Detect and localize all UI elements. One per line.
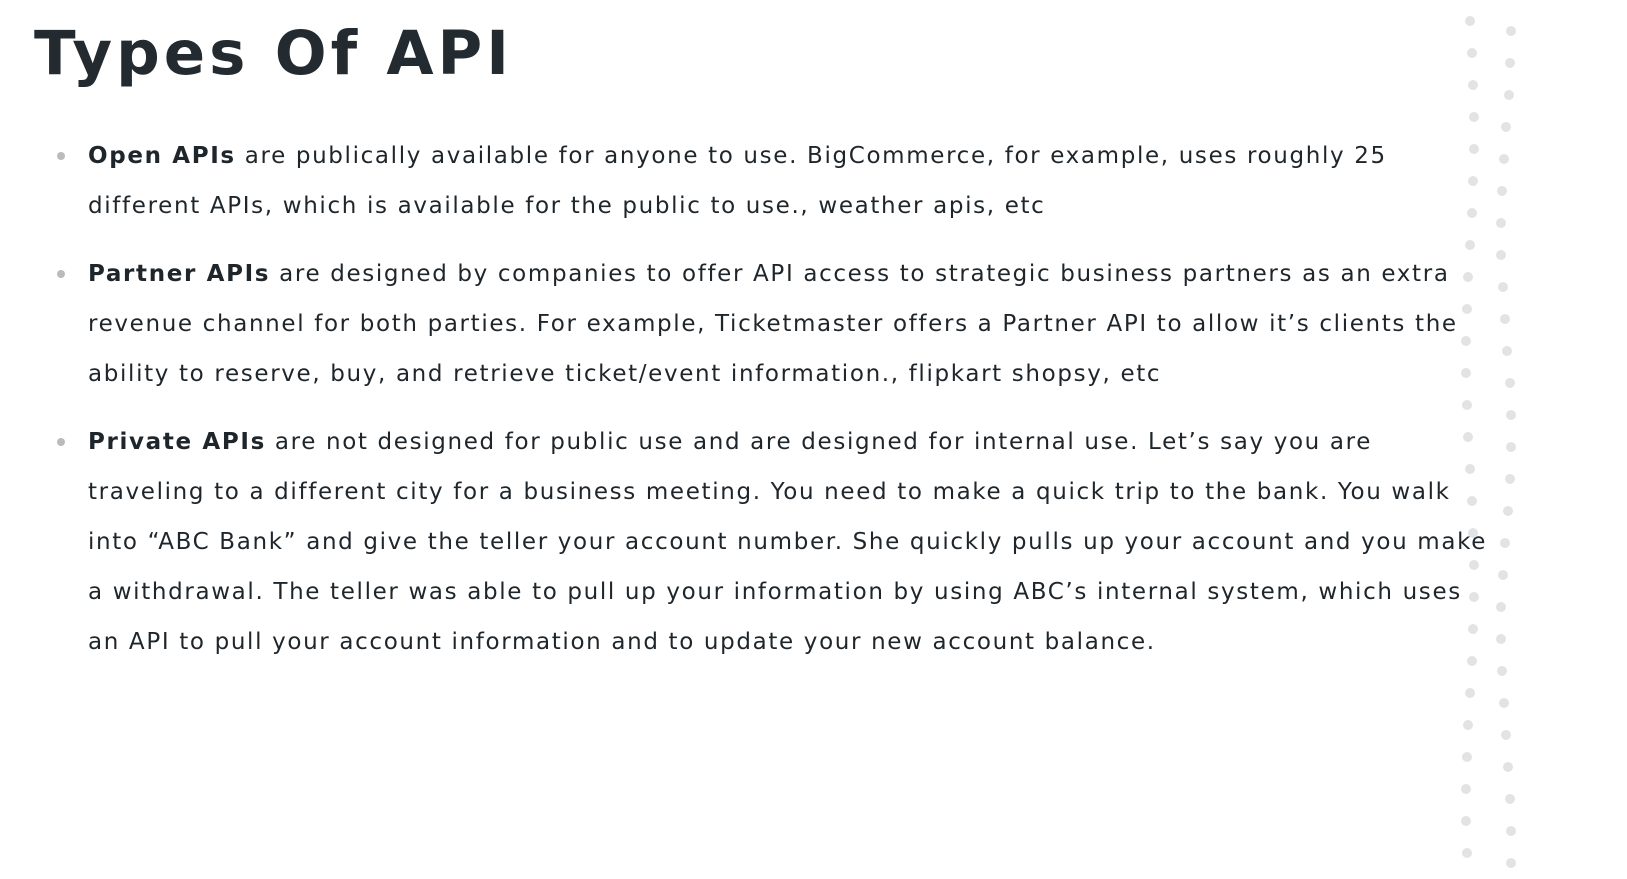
decoration-dot	[1468, 144, 1479, 154]
decoration-dot	[1466, 48, 1477, 58]
decoration-dot	[1500, 538, 1511, 548]
decoration-dot	[1468, 80, 1479, 90]
decoration-dot	[1461, 784, 1472, 794]
bullet-private-apis: Private APIs are not designed for public…	[0, 417, 1488, 667]
decoration-dot	[1497, 570, 1508, 580]
decoration-dot	[1505, 826, 1516, 836]
decoration-dot	[1504, 378, 1515, 388]
decoration-dot	[1501, 122, 1512, 132]
bullet-text: are designed by companies to offer API a…	[88, 261, 1458, 387]
bullet-term: Private APIs	[88, 429, 266, 455]
decoration-dot	[1461, 816, 1472, 826]
decoration-dot	[1505, 410, 1516, 420]
decoration-dot	[1497, 282, 1508, 292]
bullet-partner-apis: Partner APIs are designed by companies t…	[0, 249, 1488, 399]
decoration-dot	[1468, 592, 1479, 602]
decoration-dot	[1466, 656, 1477, 666]
decoration-dot	[1503, 762, 1514, 772]
decoration-dot	[1496, 666, 1507, 676]
decoration-dot	[1496, 634, 1506, 644]
decoration-dot	[1502, 506, 1513, 516]
decoration-dot	[1505, 58, 1516, 68]
decoration-dot	[1498, 698, 1509, 708]
decoration-dot	[1499, 314, 1510, 324]
bullet-term: Open APIs	[88, 143, 236, 169]
decoration-dot	[1464, 240, 1475, 250]
decoration-dot	[1461, 304, 1472, 314]
bullet-text: are not designed for public use and are …	[88, 429, 1488, 655]
decoration-dot	[1504, 474, 1515, 484]
decoration-dot	[1505, 794, 1516, 804]
decoration-dot	[1505, 442, 1516, 452]
bullet-term: Partner APIs	[88, 261, 271, 287]
decoration-dot	[1464, 688, 1475, 698]
decoration-dot	[1496, 250, 1507, 260]
bullet-open-apis: Open APIs are publically available for a…	[0, 131, 1488, 231]
decoration-dot	[1501, 730, 1512, 740]
decoration-dot	[1496, 186, 1507, 196]
bullet-dot-icon	[57, 152, 65, 160]
slide-title: Types Of API	[34, 18, 513, 89]
decoration-dot	[1461, 848, 1472, 858]
decoration-dot	[1461, 752, 1472, 762]
decoration-dot	[1496, 218, 1507, 228]
decoration-dot	[1465, 16, 1475, 26]
decoration-dot	[1506, 26, 1516, 36]
decoration-dot	[1466, 208, 1477, 218]
bullet-list: Open APIs are publically available for a…	[0, 131, 1485, 685]
bullet-dot-icon	[57, 270, 65, 278]
decoration-dot	[1502, 346, 1513, 356]
slide: Types Of API Open APIs are publically av…	[0, 0, 1627, 879]
decoration-dot	[1468, 112, 1479, 122]
dotted-border-decoration	[1461, 0, 1627, 879]
decoration-dot	[1498, 154, 1509, 164]
decoration-dot	[1503, 90, 1514, 100]
bullet-dot-icon	[57, 438, 65, 446]
decoration-dot	[1466, 496, 1477, 506]
decoration-dot	[1463, 720, 1474, 730]
decoration-dot	[1505, 858, 1516, 868]
decoration-dot	[1461, 400, 1472, 410]
decoration-dot	[1496, 602, 1507, 612]
decoration-dot	[1468, 560, 1479, 570]
bullet-text: are publically available for anyone to u…	[88, 143, 1387, 219]
